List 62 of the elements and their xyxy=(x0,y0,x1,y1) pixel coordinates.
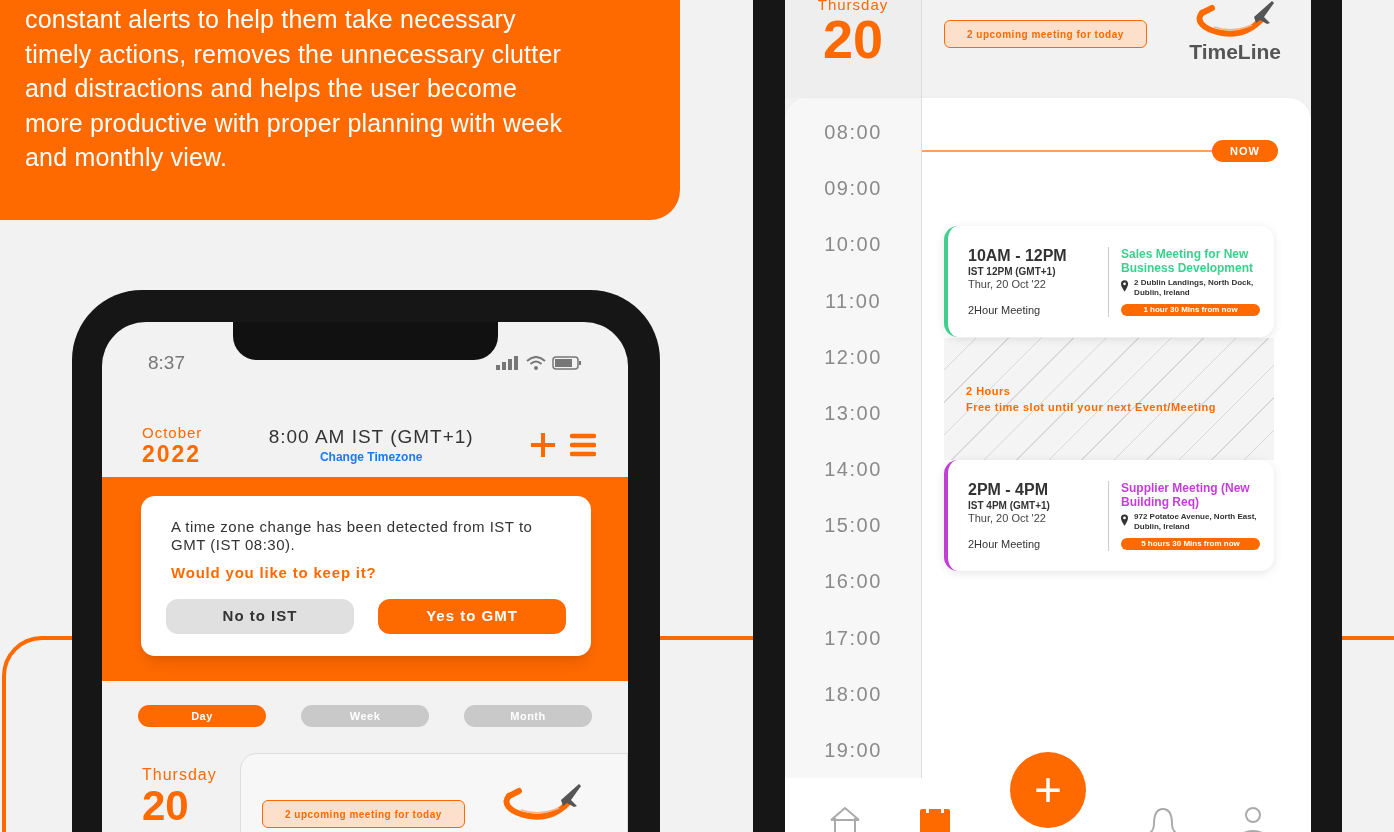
event-time-range: 2PM - 4PM xyxy=(968,479,1049,500)
event-title: Sales Meeting for New Business Development xyxy=(1121,247,1255,275)
event-card[interactable]: 10AM - 12PM IST 12PM (GMT+1) Thur, 20 Oct '22 2Hour Meeting Sales Meeting for New Business Development 2 Dublin Landings, North Dock, Dublin, Ireland 1 hour 30 Mins from now xyxy=(944,226,1274,337)
meeting-count-badge: 2 upcoming meeting for today xyxy=(944,20,1147,48)
nav-tab[interactable] xyxy=(1147,806,1179,832)
logo-text: TimeLine xyxy=(1189,41,1281,62)
free-slot-text: Free time slot until your next Event/Meeting xyxy=(966,400,1217,415)
view-tab[interactable]: Day xyxy=(138,705,266,727)
confirm-button[interactable]: Yes to GMT xyxy=(378,598,566,634)
hour-label: 09:00 xyxy=(824,176,882,202)
location-pin-icon xyxy=(1121,278,1129,294)
hour-label: 11:00 xyxy=(824,288,882,314)
event-card[interactable]: 2PM - 4PM IST 4PM (GMT+1) Thur, 20 Oct '22 2Hour Meeting Supplier Meeting (New Building Req) 972 Potatoe Avenue, North East, Dublin, Ireland 5 hours 30 Mins from now xyxy=(944,460,1274,571)
nav-tab[interactable] xyxy=(919,806,951,832)
event-duration: 2Hour Meeting xyxy=(968,537,1042,552)
event-time-range: 10AM - 12PM xyxy=(968,245,1068,266)
event-date: Thur, 20 Oct '22 xyxy=(968,512,1047,526)
weekday-label: Thursday xyxy=(142,767,217,783)
add-icon xyxy=(530,432,556,458)
location-pin-icon xyxy=(1121,512,1128,528)
wifi-icon xyxy=(526,356,546,370)
current-time: 8:00 AM IST (GMT+1) xyxy=(268,427,474,446)
hour-label: 16:00 xyxy=(824,569,882,595)
month-label: October xyxy=(142,424,203,440)
alert-question: Would you like to keep it? xyxy=(170,563,378,583)
menu-icon xyxy=(570,433,596,457)
hour-label: 19:00 xyxy=(824,737,882,763)
event-alt-time: IST 4PM (GMT+1) xyxy=(968,499,1051,512)
free-slot-duration: 2 Hours xyxy=(966,383,1012,399)
event-date: Thur, 20 Oct '22 xyxy=(968,278,1047,292)
event-alt-time: IST 12PM (GMT+1) xyxy=(968,265,1057,278)
hour-label: 18:00 xyxy=(824,681,882,707)
add-event-button[interactable]: + xyxy=(1010,752,1086,828)
hour-label: 13:00 xyxy=(824,400,882,426)
date-number: 20 xyxy=(142,785,189,827)
decline-button[interactable]: No to IST xyxy=(166,598,354,634)
battery-icon xyxy=(552,356,582,370)
hour-label: 17:00 xyxy=(824,625,882,651)
signal-icon xyxy=(496,356,520,370)
alert-message: A time zone change has been detected from IST to GMT (IST 08:30). xyxy=(170,518,534,554)
year-label: 2022 xyxy=(142,442,203,466)
date-number: 20 xyxy=(822,12,884,66)
countdown-badge: 1 hour 30 Mins from now xyxy=(1121,304,1260,316)
event-title: Supplier Meeting (New Building Req) xyxy=(1121,481,1251,509)
hour-label: 12:00 xyxy=(824,344,882,370)
event-location: 972 Potatoe Avenue, North East, Dublin, Ireland xyxy=(1134,512,1258,532)
hour-label: 14:00 xyxy=(824,457,882,483)
hour-label: 08:00 xyxy=(824,120,882,146)
meeting-count-badge: 2 upcoming meeting for today xyxy=(262,800,465,828)
home-icon xyxy=(829,806,861,832)
hour-label: 15:00 xyxy=(824,513,882,539)
now-marker: NOW xyxy=(1212,140,1278,162)
weekday-label: Thursday xyxy=(817,0,889,12)
bell-icon xyxy=(1148,806,1178,832)
countdown-badge: 5 hours 30 Mins from now xyxy=(1121,538,1260,550)
change-timezone-link[interactable]: Change Timezone xyxy=(319,451,423,463)
nav-tab[interactable] xyxy=(829,806,861,832)
hour-label: 10:00 xyxy=(824,232,882,258)
status-time: 8:37 xyxy=(148,350,185,375)
event-location: 2 Dublin Landings, North Dock, Dublin, Ireland xyxy=(1134,278,1255,298)
intro-paragraph: constant alerts to help them take necessary timely actions, removes the unnecessary clutter and distractions and helps the user become more productive with proper planning with week and monthly view. xyxy=(25,4,564,173)
event-duration: 2Hour Meeting xyxy=(968,303,1042,318)
